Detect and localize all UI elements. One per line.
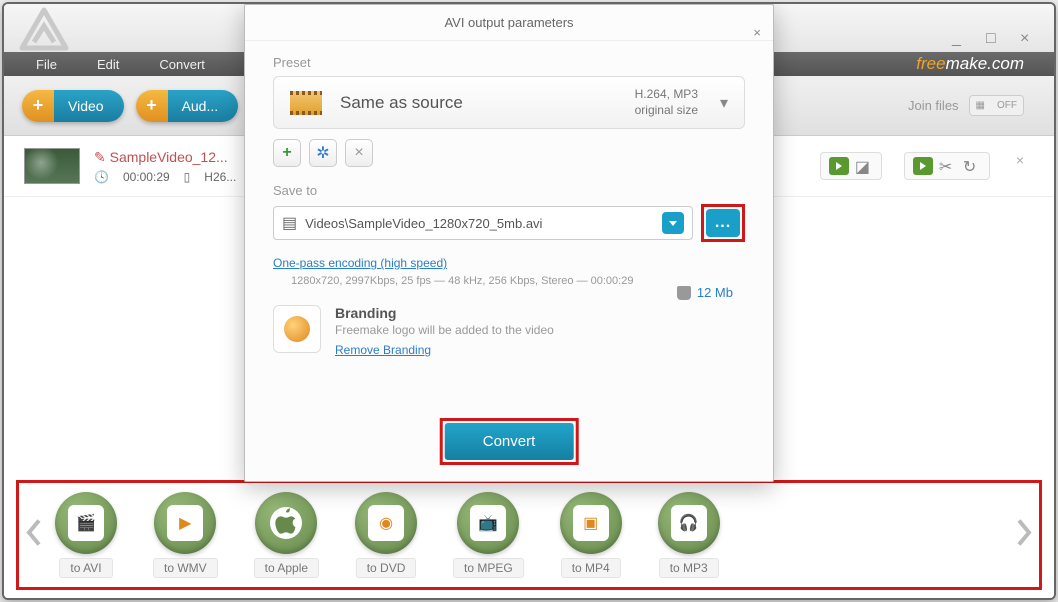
preset-name: Same as source [340,93,617,113]
output-dialog: AVI output parameters × Preset Same as s… [244,4,774,482]
film-icon: ▯ [184,170,191,184]
strip-next-button[interactable] [1015,519,1033,552]
tab-label: Video [54,90,124,122]
format-apple[interactable]: to Apple [254,492,319,578]
play-button[interactable] [829,157,849,175]
settings-preset-button[interactable]: ✲ [309,139,337,167]
adjust-icon[interactable]: ◪ [855,157,873,175]
encoding-link[interactable]: One-pass encoding (high speed) [273,256,447,270]
film-icon [290,91,322,115]
preset-detail: H.264, MP3original size [635,87,698,118]
format-avi[interactable]: 🎬to AVI [55,492,117,578]
edit-group: ✂ ↻ [904,152,990,180]
path-dropdown-button[interactable] [662,212,684,234]
minimize-button[interactable]: _ [952,30,968,46]
close-window-button[interactable]: × [1020,30,1036,46]
menu-convert[interactable]: Convert [159,57,205,72]
format-strip: 🎬to AVI ▶to WMV to Apple ◉to DVD 📺to MPE… [16,480,1042,590]
video-duration: 00:00:29 [123,170,170,184]
format-mpeg[interactable]: 📺to MPEG [453,492,524,578]
chevron-down-icon: ▾ [720,93,728,113]
menu-edit[interactable]: Edit [97,57,119,72]
join-state: OFF [991,96,1023,115]
highlight-convert: Convert [440,418,579,465]
clock-icon: 🕓 [94,170,109,184]
remove-branding-link[interactable]: Remove Branding [335,343,431,357]
clapper-icon: 🎬 [68,505,104,541]
add-audio-button[interactable]: + Aud... [136,90,239,122]
save-path-input[interactable] [305,216,654,231]
app-window: _ □ × File Edit Convert freemake.com + V… [2,2,1056,600]
add-preset-button[interactable]: + [273,139,301,167]
branding-desc: Freemake logo will be added to the video [335,323,554,337]
format-mp3[interactable]: 🎧to MP3 [658,492,720,578]
dialog-close-button[interactable]: × [753,15,761,51]
video-title: SampleVideo_12... [110,149,228,165]
save-path-field[interactable]: ▤ [273,206,693,240]
join-label: Join files [908,98,959,113]
video-codec: H26... [204,170,236,184]
size-estimate: 12 Mb [677,285,733,300]
disc-icon: ◉ [368,505,404,541]
headphones-icon: 🎧 [671,505,707,541]
device-icon: ▣ [573,505,609,541]
grid-icon: ▦ [970,96,991,115]
branding-icon [273,305,321,353]
preset-section-label: Preset [273,55,745,70]
convert-button[interactable]: Convert [445,423,574,460]
strip-prev-button[interactable] [25,519,43,552]
menu-file[interactable]: File [36,57,57,72]
pencil-icon: ✎ [94,149,106,165]
play-button[interactable] [913,157,933,175]
remove-row-button[interactable]: × [1016,152,1024,180]
disk-icon: ▤ [282,213,297,233]
drive-icon [677,286,691,300]
format-wmv[interactable]: ▶to WMV [153,492,218,578]
video-info: ✎ SampleVideo_12... 🕓 00:00:29 ▯ H26... [94,149,236,184]
plus-icon: + [22,90,54,122]
dialog-title: AVI output parameters × [245,5,773,41]
tv-icon: 📺 [470,505,506,541]
browse-button[interactable]: ... [706,209,740,237]
format-mp4[interactable]: ▣to MP4 [560,492,622,578]
add-video-button[interactable]: + Video [22,90,124,122]
brand-link[interactable]: freemake.com [916,54,1024,74]
scissors-icon[interactable]: ✂ [939,157,957,175]
video-thumbnail [24,148,80,184]
tab-label: Aud... [168,90,239,122]
apple-icon [270,507,302,539]
highlight-browse: ... [701,204,745,242]
delete-preset-button[interactable]: × [345,139,373,167]
save-section-label: Save to [273,183,745,198]
preview-group: ◪ [820,152,882,180]
join-switch[interactable]: ▦ OFF [969,95,1024,116]
format-dvd[interactable]: ◉to DVD [355,492,417,578]
preset-selector[interactable]: Same as source H.264, MP3original size ▾ [273,76,745,129]
branding-title: Branding [335,305,554,321]
plus-icon: + [136,90,168,122]
play-icon: ▶ [167,505,203,541]
rotate-icon[interactable]: ↻ [963,157,981,175]
maximize-button[interactable]: □ [986,30,1002,46]
branding-section: Branding Freemake logo will be added to … [273,305,745,359]
join-files-toggle[interactable]: Join files ▦ OFF [908,95,1024,116]
